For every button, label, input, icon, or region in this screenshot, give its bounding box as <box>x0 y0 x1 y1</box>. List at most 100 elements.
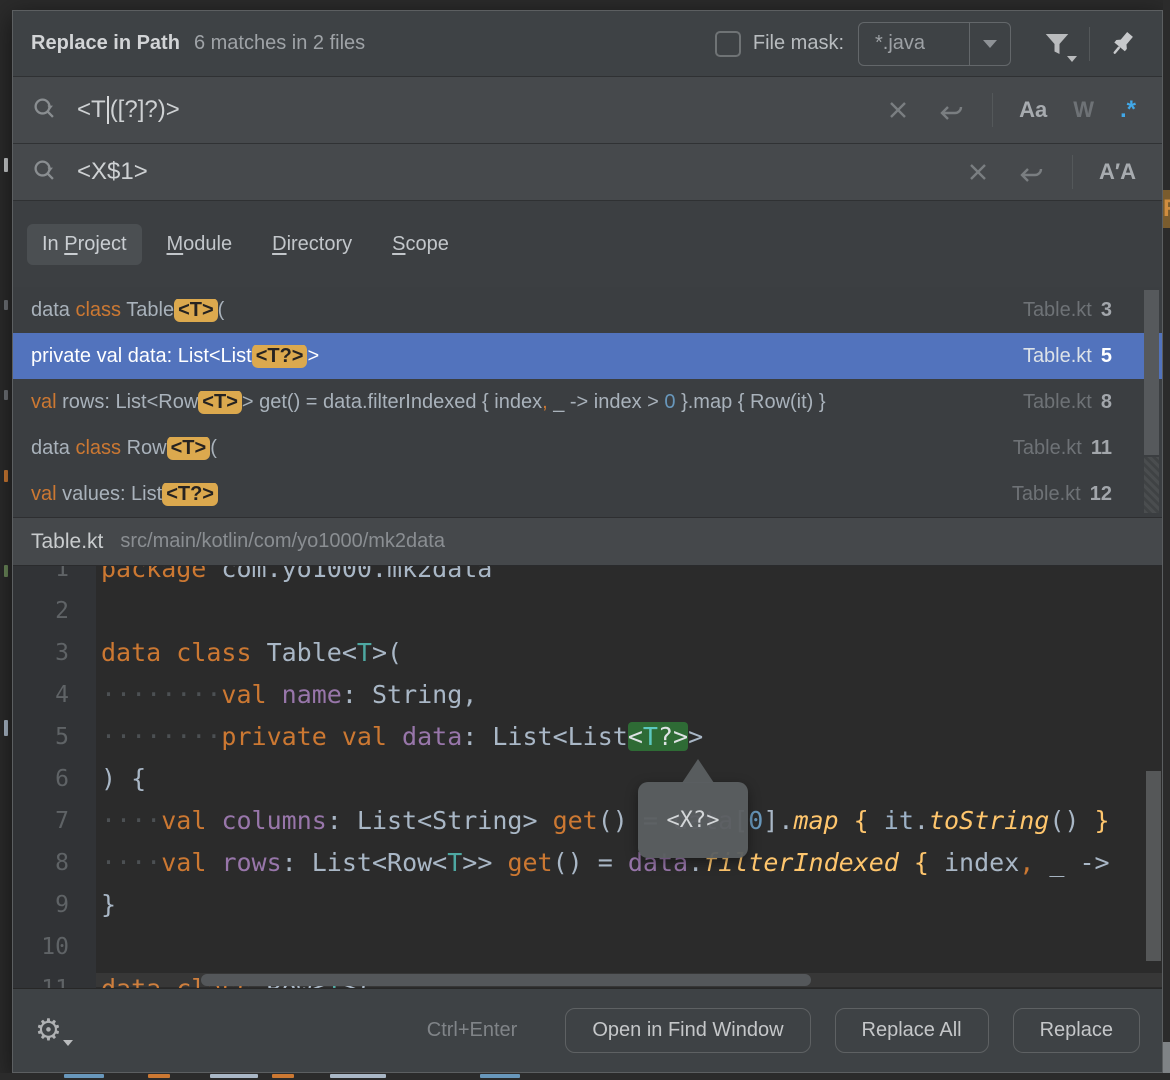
file-mask-value: *.java <box>859 32 969 55</box>
background-left-strip <box>0 0 12 1080</box>
text-segment: >( <box>372 638 402 667</box>
text-segment: val <box>221 680 281 709</box>
tab-scope[interactable]: Scope <box>377 224 464 265</box>
pin-window-button[interactable] <box>1104 26 1140 62</box>
open-in-find-window-button[interactable]: Open in Find Window <box>565 1008 810 1053</box>
text-segment: data <box>402 722 462 751</box>
code-line: 6) { <box>13 758 1162 800</box>
chevron-down-icon <box>983 40 997 48</box>
text-segment: _ -> <box>1034 848 1109 877</box>
line-number: 2 <box>13 590 83 632</box>
result-row[interactable]: val rows: List<Row<T>> get() = data.filt… <box>13 379 1162 425</box>
shortcut-hint: Ctrl+Enter <box>427 1019 518 1042</box>
text-segment: . <box>914 806 929 835</box>
text-segment: }.map { Row(it) } <box>676 391 826 413</box>
search-icon <box>31 95 61 125</box>
file-mask-checkbox[interactable] <box>715 31 741 57</box>
result-row[interactable]: private val data: List<List<T?>>Table.kt… <box>13 333 1162 379</box>
code-line: 1 package com.yo1000.mk2data <box>13 566 1162 590</box>
tab-module[interactable]: Module <box>152 224 248 265</box>
replace-all-button[interactable]: Replace All <box>835 1008 989 1053</box>
preview-file-path: src/main/kotlin/com/yo1000/mk2data <box>120 530 445 553</box>
match-case-toggle[interactable]: Aa <box>1019 97 1047 123</box>
result-row[interactable]: data class Row<T>(Table.kt11 <box>13 425 1162 471</box>
text-segment: : List<List <box>462 722 628 751</box>
whole-words-toggle[interactable]: W <box>1073 97 1094 123</box>
results-scrollbar[interactable] <box>1144 290 1159 455</box>
text-segment: package <box>101 566 221 583</box>
line-number: 3 <box>13 632 83 674</box>
line-number: 5 <box>13 716 83 758</box>
text-segment: Table< <box>267 638 357 667</box>
text-segment: values: List <box>57 483 163 505</box>
text-segment: 0 <box>748 806 763 835</box>
filter-options-button[interactable] <box>1039 26 1075 62</box>
replace-button[interactable]: Replace <box>1013 1008 1140 1053</box>
text-segment: { <box>839 806 884 835</box>
regex-toggle[interactable]: .* <box>1120 96 1136 124</box>
dialog-footer: ⚙ Ctrl+Enter Open in Find Window Replace… <box>13 988 1162 1072</box>
result-file-reference: Table.kt5 <box>1023 345 1112 368</box>
code-preview-editor: 1package com.yo1000.mk2data23data class … <box>13 566 1162 988</box>
settings-button[interactable]: ⚙ <box>35 1013 75 1048</box>
replace-input[interactable]: <X$1> <box>77 158 966 186</box>
text-segment: () <box>1049 806 1094 835</box>
search-input[interactable]: <T([?]?)> <box>77 96 886 124</box>
file-mask-label: File mask: <box>753 32 844 55</box>
file-mask-combobox[interactable]: *.java <box>858 22 1011 66</box>
text-caret <box>107 96 109 124</box>
text-segment: get <box>507 848 552 877</box>
text-segment: ········ <box>101 722 221 751</box>
match-summary: 6 matches in 2 files <box>194 32 365 55</box>
text-segment: T <box>357 638 372 667</box>
text-segment: val <box>31 391 57 413</box>
result-row[interactable]: val values: List<T?>Table.kt12 <box>13 471 1162 517</box>
text-segment: ········ <box>101 680 221 709</box>
dialog-title: Replace in Path <box>31 32 180 55</box>
dialog-titlebar: Replace in Path 6 matches in 2 files Fil… <box>13 11 1162 77</box>
match-highlight: <T> <box>167 437 211 460</box>
replace-history-button[interactable] <box>31 156 71 188</box>
text-segment: private val data: List<List <box>31 345 252 367</box>
editor-horizontal-scrollbar[interactable] <box>201 974 811 986</box>
text-segment: map <box>793 806 838 835</box>
clear-replace-icon[interactable] <box>966 160 990 184</box>
titlebar-divider <box>1089 27 1090 61</box>
preview-file-header: Table.kt src/main/kotlin/com/yo1000/mk2d… <box>13 517 1162 566</box>
line-number: 6 <box>13 758 83 800</box>
new-line-icon[interactable] <box>1016 159 1046 185</box>
code-line: 8····val rows: List<Row<T>> get() = data… <box>13 842 1162 884</box>
results-list: data class Table<T>(Table.kt3private val… <box>13 287 1162 517</box>
text-segment: ( <box>210 437 217 459</box>
clear-search-icon[interactable] <box>886 98 910 122</box>
tab-directory[interactable]: Directory <box>257 224 367 265</box>
text-segment: com.yo1000.mk2data <box>221 566 492 583</box>
text-segment: >> <box>462 848 507 877</box>
results-scrollbar-track <box>1144 457 1159 513</box>
result-file-reference: Table.kt3 <box>1023 299 1112 322</box>
line-number: 4 <box>13 674 83 716</box>
text-segment: rows <box>221 848 281 877</box>
editor-vertical-scrollbar[interactable] <box>1146 771 1161 961</box>
code-line: 4········val name: String, <box>13 674 1162 716</box>
new-line-icon[interactable] <box>936 97 966 123</box>
tab-in-project[interactable]: In Project <box>27 224 142 265</box>
text-segment: } <box>1095 806 1110 835</box>
line-number: 1 <box>13 566 83 590</box>
code-line: 5········private val data: List<List<T?>… <box>13 716 1162 758</box>
text-segment: private val <box>221 722 402 751</box>
match-highlight: <T?> <box>162 483 218 506</box>
search-history-button[interactable] <box>31 94 71 126</box>
field-divider <box>1072 155 1073 189</box>
replacement-preview-text: <X?> <box>667 808 720 833</box>
text-segment: Table <box>126 299 174 321</box>
file-mask-dropdown-button[interactable] <box>969 23 1010 65</box>
result-file-reference: Table.kt12 <box>1012 483 1112 506</box>
chevron-down-icon <box>63 1040 73 1046</box>
preview-file-name: Table.kt <box>31 530 103 554</box>
result-row[interactable]: data class Table<T>(Table.kt3 <box>13 287 1162 333</box>
preserve-case-toggle[interactable]: A′A <box>1099 159 1136 185</box>
field-divider <box>992 93 993 127</box>
text-segment: 0 <box>664 391 675 413</box>
code-line: 9} <box>13 884 1162 926</box>
